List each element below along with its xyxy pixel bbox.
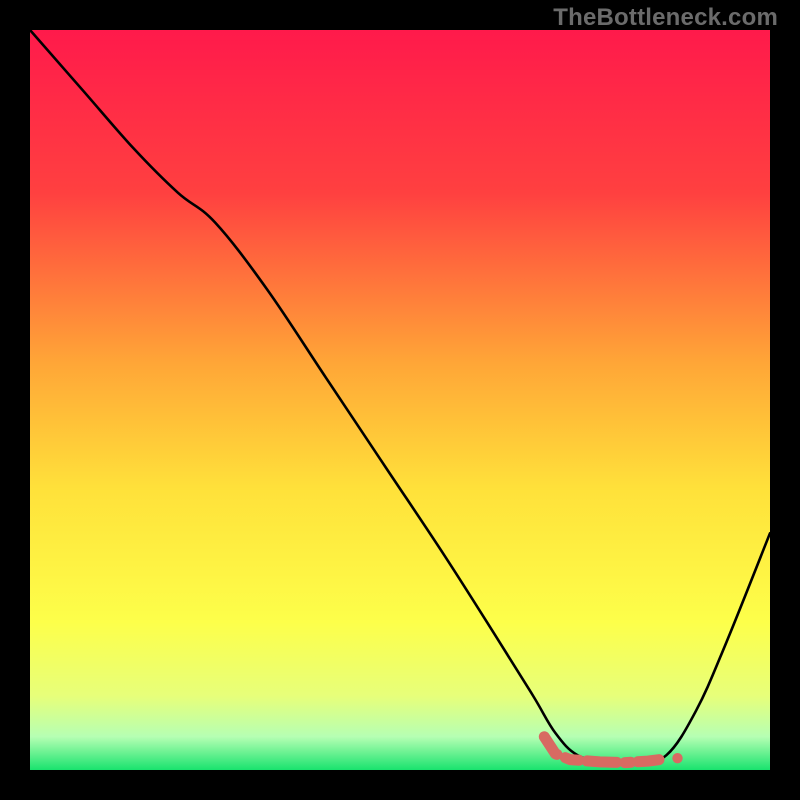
chart-frame: TheBottleneck.com <box>0 0 800 800</box>
bottleneck-chart <box>0 0 800 800</box>
plot-background <box>30 30 770 770</box>
optimum-dot <box>672 753 682 763</box>
watermark-label: TheBottleneck.com <box>553 4 778 32</box>
